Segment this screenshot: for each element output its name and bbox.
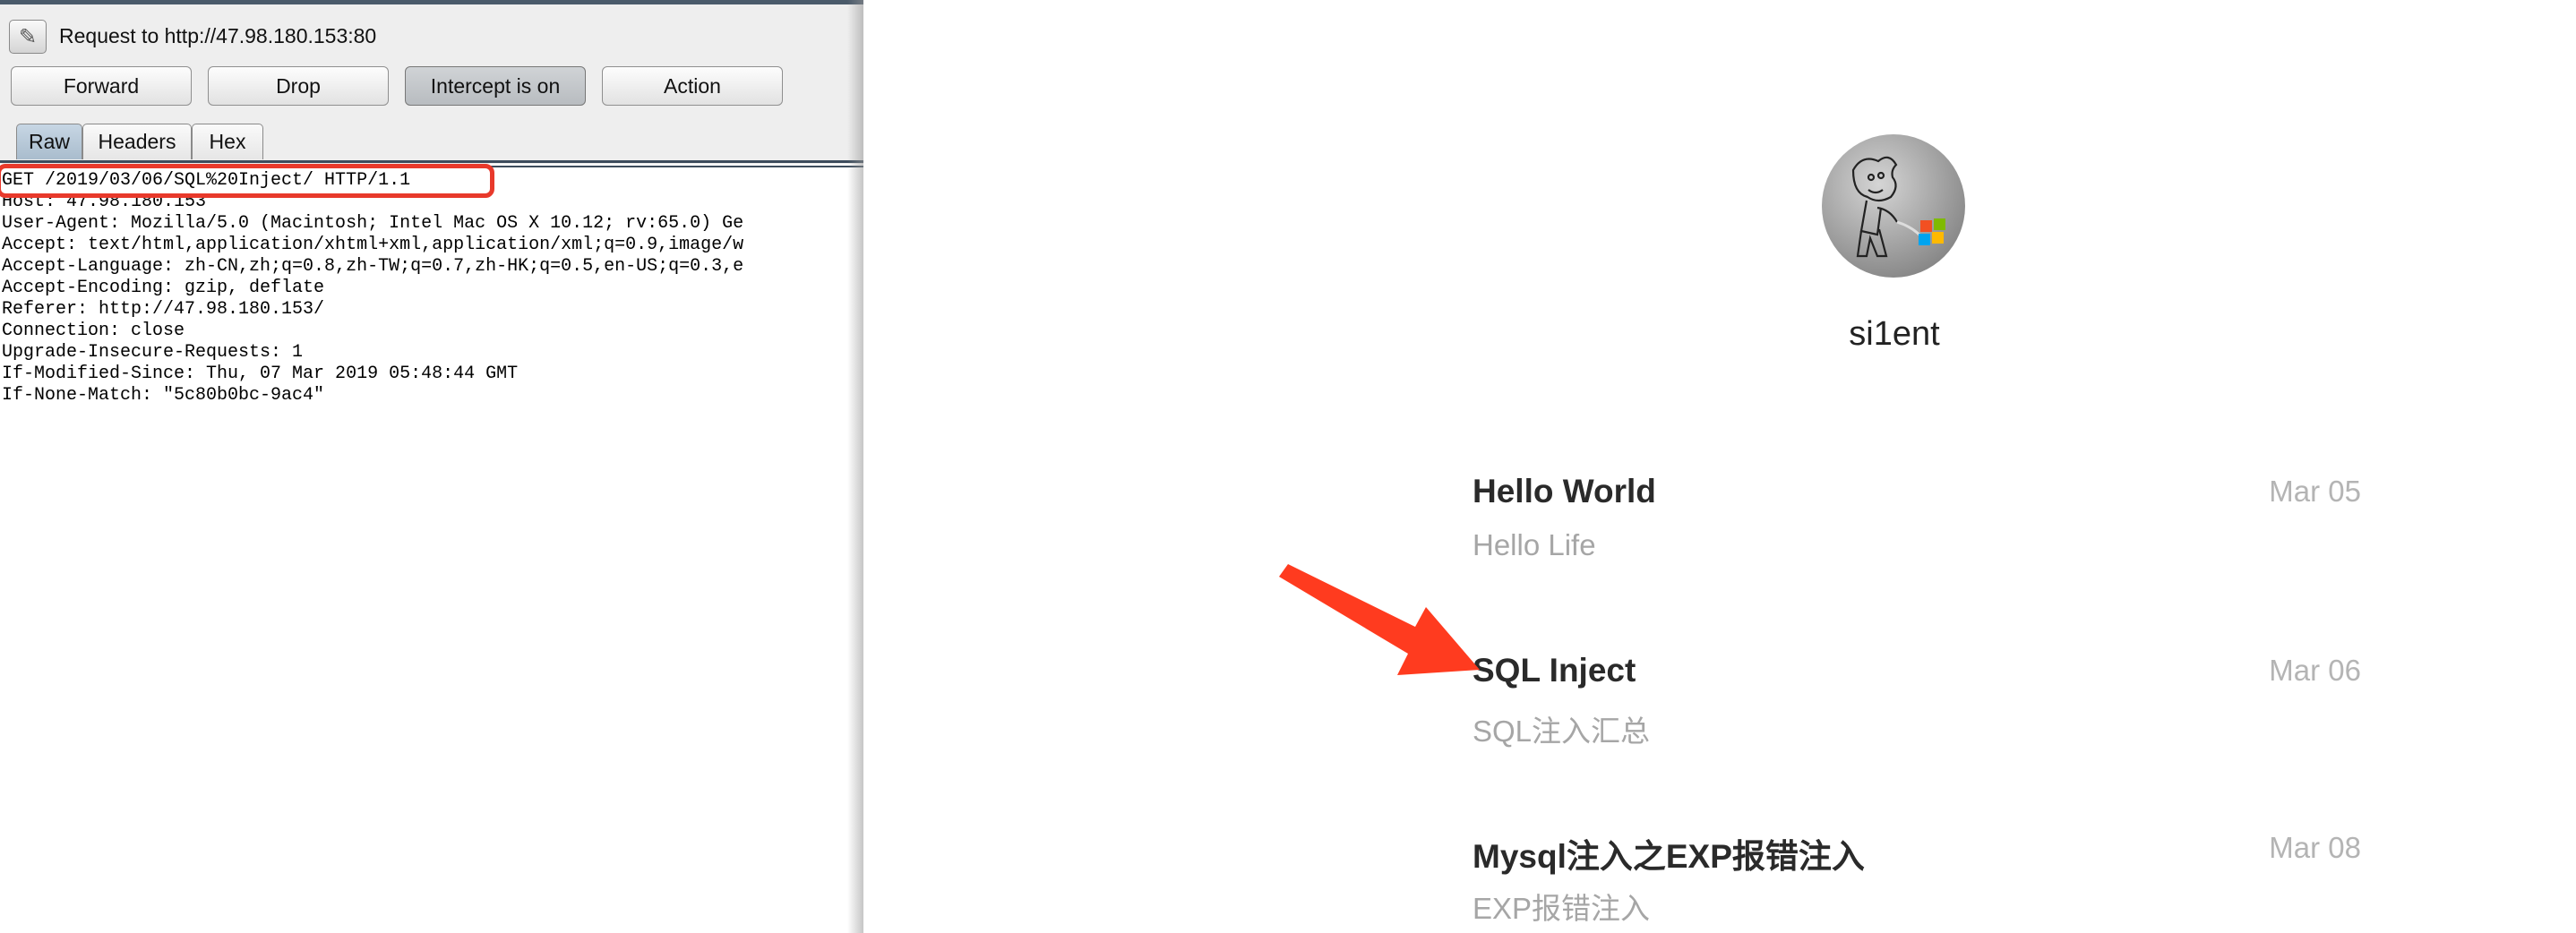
request-header-line: Accept-Encoding: gzip, deflate (2, 278, 325, 298)
request-header-line: Referer: http://47.98.180.153/ (2, 299, 325, 320)
post-date: Mar 06 (2269, 654, 2361, 687)
post-title-sql-inject[interactable]: SQL Inject (1473, 652, 1636, 689)
post-subtitle: Hello Life (1473, 528, 1596, 561)
tab-hex[interactable]: Hex (192, 124, 263, 159)
request-header-line: If-Modified-Since: Thu, 07 Mar 2019 05:4… (2, 364, 519, 384)
request-header-line: Accept-Language: zh-CN,zh;q=0.8,zh-TW;q=… (2, 256, 744, 277)
request-header-line: Accept: text/html,application/xhtml+xml,… (2, 235, 744, 255)
panel-edge-shadow (847, 0, 863, 933)
request-title: Request to http://47.98.180.153:80 (59, 24, 377, 47)
raw-request-editor[interactable]: GET /2019/03/06/SQL%20Inject/ HTTP/1.1 Ho… (2, 170, 863, 407)
proxy-intercept-panel: ✎ Request to http://47.98.180.153:80 For… (0, 0, 863, 933)
post-subtitle: SQL注入汇总 (1473, 715, 1651, 748)
avatar[interactable] (1822, 134, 1965, 278)
tab-headers[interactable]: Headers (82, 124, 192, 159)
request-header-line: If-None-Match: "5c80b0bc-9ac4" (2, 385, 325, 406)
tab-raw[interactable]: Raw (16, 124, 82, 159)
red-arrow-annotation (1279, 564, 1480, 675)
pencil-icon[interactable]: ✎ (9, 20, 47, 54)
tab-divider (0, 160, 863, 163)
action-button[interactable]: Action (602, 66, 783, 106)
post-date: Mar 08 (2269, 831, 2361, 864)
intercept-toggle-button[interactable]: Intercept is on (405, 66, 586, 106)
post-date: Mar 05 (2269, 475, 2361, 508)
request-line-highlight (0, 164, 494, 198)
forward-button[interactable]: Forward (11, 66, 192, 106)
request-header-line: Connection: close (2, 321, 185, 341)
request-header-line: Upgrade-Insecure-Requests: 1 (2, 342, 304, 363)
request-header-line: User-Agent: Mozilla/5.0 (Macintosh; Inte… (2, 213, 744, 234)
post-title-mysql-exp[interactable]: Mysql注入之EXP报错注入 (1473, 829, 1865, 877)
author-name[interactable]: si1ent (1756, 315, 2033, 354)
post-subtitle: EXP报错注入 (1473, 892, 1651, 925)
drop-button[interactable]: Drop (208, 66, 389, 106)
post-title-hello-world[interactable]: Hello World (1473, 473, 1656, 510)
avatar-illustration (1851, 156, 1945, 258)
